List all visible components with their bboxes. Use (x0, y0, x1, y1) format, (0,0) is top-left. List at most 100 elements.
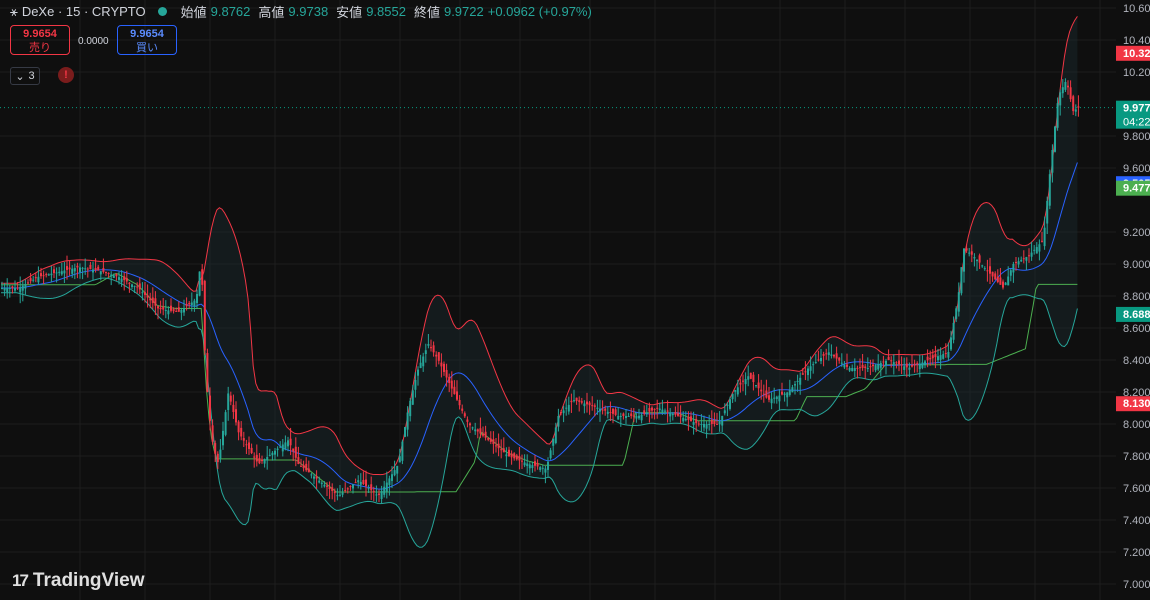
candle-body (437, 352, 440, 361)
candle-body (734, 390, 737, 392)
candle-body (874, 365, 877, 371)
candle-body (601, 409, 604, 411)
tradingview-logo[interactable]: 17 TradingView (12, 570, 145, 592)
candle-body (1030, 252, 1033, 257)
candle-body (1035, 247, 1038, 254)
candle-body (716, 423, 718, 425)
candle-body (146, 295, 149, 298)
candle-body (333, 491, 336, 494)
candle-body (1, 288, 3, 289)
candle-body (638, 415, 640, 419)
candle-body (344, 489, 347, 491)
candle-body (944, 353, 947, 355)
warning-icon[interactable]: ! (58, 67, 74, 83)
upper-band-line (1, 16, 1078, 476)
candle-body (40, 273, 42, 277)
candle-body (112, 275, 115, 278)
candle-body (658, 408, 661, 410)
sell-button[interactable]: 9.9654 売り (10, 25, 70, 55)
candle-body (700, 424, 703, 425)
candle-body (838, 357, 841, 361)
candle-body (726, 404, 729, 406)
candle-body (461, 408, 464, 411)
candle-body (287, 440, 289, 447)
candle-body (736, 387, 739, 395)
candle-body (235, 409, 237, 423)
candle-body (53, 269, 55, 274)
candle-body (560, 411, 562, 414)
candle-body (128, 282, 131, 284)
candle-body (1056, 103, 1059, 128)
candle-body (328, 487, 331, 489)
candle-body (606, 411, 609, 414)
candle-body (911, 364, 913, 367)
candle-body (170, 305, 172, 311)
y-axis-tick-label: 7.000 (1123, 579, 1150, 591)
candle-body (250, 447, 253, 454)
candle-body (76, 265, 79, 268)
buy-button[interactable]: 9.9654 買い (117, 25, 177, 55)
candle-body (565, 407, 568, 409)
candle-body (45, 274, 48, 276)
candle-body (952, 322, 955, 340)
candle-body (263, 459, 266, 464)
candle-body (370, 484, 373, 491)
price-chart[interactable]: 10.600 10.400 10.200 9.800 9.600 9.200 9.000 8.… (0, 0, 1150, 600)
symbol-title[interactable]: DeXe · 15 · CRYPTO (22, 4, 146, 19)
symbol-icon: ⚹ (10, 3, 18, 19)
candle-body (950, 337, 952, 350)
indicators-toggle-button[interactable]: ⌄ 3 (10, 67, 40, 85)
candle-body (926, 356, 929, 361)
candle-body (786, 392, 789, 398)
candle-body (240, 427, 243, 437)
candle-body (645, 412, 648, 414)
candle-body (372, 491, 375, 493)
candle-body (58, 271, 61, 273)
candle-body (500, 449, 503, 451)
candle-body (227, 393, 230, 411)
candle-body (352, 484, 354, 489)
candle-body (391, 474, 393, 481)
chart-container[interactable]: 10.600 10.400 10.200 9.800 9.600 9.200 9.000 8.… (0, 0, 1150, 600)
candle-body (783, 393, 786, 395)
candle-body (216, 453, 219, 463)
candle-body (388, 478, 391, 485)
candle-body (463, 413, 466, 417)
candle-body (905, 363, 908, 368)
candle-body (349, 486, 352, 488)
candle-body (916, 363, 919, 365)
candle-body (1059, 92, 1062, 106)
candle-body (21, 285, 24, 291)
candle-body (768, 395, 770, 400)
candle-body (245, 444, 248, 446)
candle-body (37, 276, 40, 283)
candle-body (900, 364, 903, 366)
candle-body (578, 400, 581, 402)
candle-body (424, 350, 427, 354)
candle-body (159, 307, 162, 310)
candle-body (107, 272, 110, 274)
candle-body (703, 424, 705, 428)
candle-body (697, 423, 700, 425)
candle-body (575, 397, 578, 402)
candle-body (515, 455, 518, 460)
candle-body (305, 463, 308, 471)
candle-body (102, 267, 105, 272)
candle-body (172, 309, 175, 312)
candle-body (445, 369, 448, 378)
candle-body (1064, 82, 1067, 90)
price-label-countdown: 04:22 (1123, 117, 1150, 129)
candle-body (604, 408, 607, 411)
candle-body (419, 362, 422, 369)
candle-body (833, 354, 835, 357)
candle-body (599, 408, 601, 412)
candle-body (435, 354, 438, 357)
candle-body (934, 354, 937, 358)
close-value: 9.9722 (443, 4, 484, 19)
candle-body (986, 270, 989, 272)
candle-body (695, 418, 698, 424)
y-axis-tick-label: 8.400 (1123, 355, 1150, 367)
candle-body (918, 363, 921, 370)
candle-body (591, 405, 594, 407)
candle-body (929, 357, 932, 360)
